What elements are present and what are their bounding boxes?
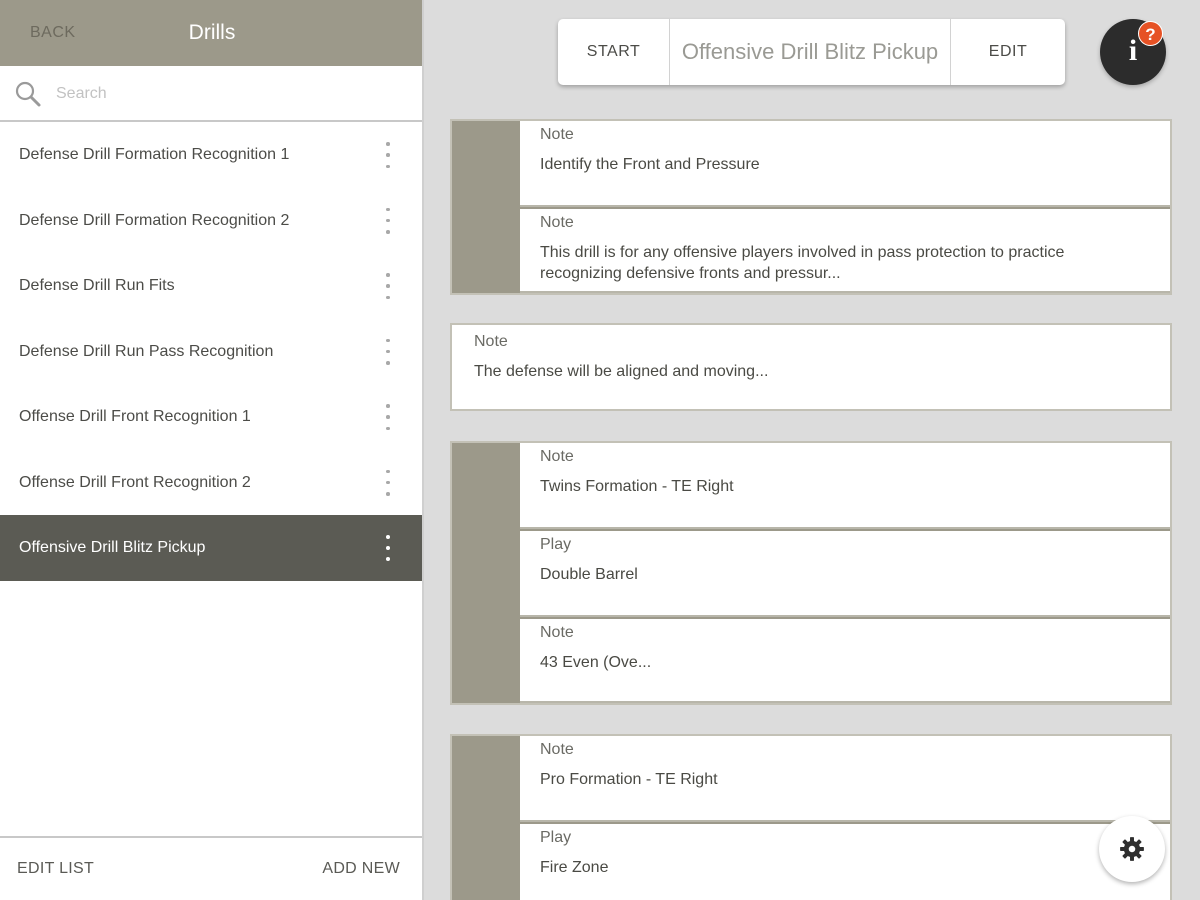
play-card[interactable]: Play Double Barrel xyxy=(520,531,1170,617)
drill-step-group: Note Twins Formation - TE Right Play Dou… xyxy=(450,441,1172,705)
drill-list-item[interactable]: Offense Drill Front Recognition 1 xyxy=(0,384,422,450)
search-icon xyxy=(15,81,41,107)
play-card[interactable]: Play Fire Zone xyxy=(520,824,1170,900)
more-options-icon[interactable] xyxy=(380,271,396,301)
card-text: Double Barrel xyxy=(540,566,638,583)
card-type-label: Play xyxy=(540,829,572,846)
more-options-icon[interactable] xyxy=(380,140,396,170)
add-new-button[interactable]: ADD NEW xyxy=(322,860,400,878)
drill-item-label: Defense Drill Formation Recognition 1 xyxy=(19,146,290,163)
drill-item-label: Defense Drill Formation Recognition 2 xyxy=(19,211,290,229)
drill-list-item[interactable]: Defense Drill Formation Recognition 2 xyxy=(0,188,422,254)
drills-sidebar: BACK Drills Defense Drill Formation Reco… xyxy=(0,0,424,900)
note-card[interactable]: Note This drill is for any offensive pla… xyxy=(520,209,1170,293)
card-text: Pro Formation - TE Right xyxy=(540,771,718,788)
drill-step-group: Note Identify the Front and Pressure Not… xyxy=(450,119,1172,295)
card-type-label: Play xyxy=(540,536,572,553)
drill-item-label: Offense Drill Front Recognition 2 xyxy=(19,473,251,491)
card-text: Fire Zone xyxy=(540,859,609,876)
drill-item-label: Offensive Drill Blitz Pickup xyxy=(19,539,206,556)
more-options-icon[interactable] xyxy=(380,337,396,367)
drill-list-item[interactable]: Offense Drill Front Recognition 2 xyxy=(0,450,422,516)
note-card[interactable]: Note The defense will be aligned and mov… xyxy=(450,323,1172,411)
drill-list-item-selected[interactable]: Offensive Drill Blitz Pickup xyxy=(0,515,422,581)
card-text: The defense will be aligned and moving..… xyxy=(474,363,769,380)
card-text: 43 Even (Ove... xyxy=(540,654,652,671)
card-type-label: Note xyxy=(540,741,574,758)
settings-button[interactable] xyxy=(1099,816,1165,882)
edit-list-button[interactable]: EDIT LIST xyxy=(17,860,94,878)
start-button[interactable]: START xyxy=(558,19,670,85)
drill-item-label: Offense Drill Front Recognition 1 xyxy=(19,408,251,425)
card-type-label: Note xyxy=(540,448,574,465)
note-card[interactable]: Note Identify the Front and Pressure xyxy=(520,121,1170,207)
drill-step-group: Note Pro Formation - TE Right Play Fire … xyxy=(450,734,1172,900)
edit-button[interactable]: EDIT xyxy=(951,19,1065,85)
card-text: Twins Formation - TE Right xyxy=(540,478,734,495)
drill-list-item[interactable]: Defense Drill Formation Recognition 1 xyxy=(0,122,422,188)
drill-list-item[interactable]: Defense Drill Run Pass Recognition xyxy=(0,319,422,385)
card-type-label: Note xyxy=(540,624,574,641)
drill-list: Defense Drill Formation Recognition 1 De… xyxy=(0,122,422,581)
gear-icon xyxy=(1120,837,1144,861)
drill-list-item[interactable]: Defense Drill Run Fits xyxy=(0,253,422,319)
note-card[interactable]: Note Pro Formation - TE Right xyxy=(520,736,1170,822)
card-text: This drill is for any offensive players … xyxy=(540,244,1065,282)
sidebar-header: BACK Drills xyxy=(0,0,422,66)
card-type-label: Note xyxy=(474,333,508,350)
search-bar xyxy=(0,66,422,122)
help-badge-icon[interactable]: ? xyxy=(1138,21,1163,46)
more-options-icon[interactable] xyxy=(380,206,396,236)
drill-toolbar: START Offensive Drill Blitz Pickup EDIT xyxy=(558,19,1065,85)
drill-item-label: Defense Drill Run Pass Recognition xyxy=(19,342,274,360)
card-type-label: Note xyxy=(540,126,574,143)
card-type-label: Note xyxy=(540,214,574,231)
drill-title: Offensive Drill Blitz Pickup xyxy=(670,19,951,85)
search-input[interactable] xyxy=(56,78,396,110)
drill-item-label: Defense Drill Run Fits xyxy=(19,277,175,294)
note-card[interactable]: Note Twins Formation - TE Right xyxy=(520,443,1170,529)
more-options-icon[interactable] xyxy=(380,402,396,432)
note-card[interactable]: Note 43 Even (Ove... xyxy=(520,619,1170,703)
more-options-icon[interactable] xyxy=(380,533,396,563)
sidebar-title: Drills xyxy=(188,21,236,44)
more-options-icon[interactable] xyxy=(380,468,396,498)
card-text: Identify the Front and Pressure xyxy=(540,156,760,173)
sidebar-footer: EDIT LIST ADD NEW xyxy=(0,836,422,900)
